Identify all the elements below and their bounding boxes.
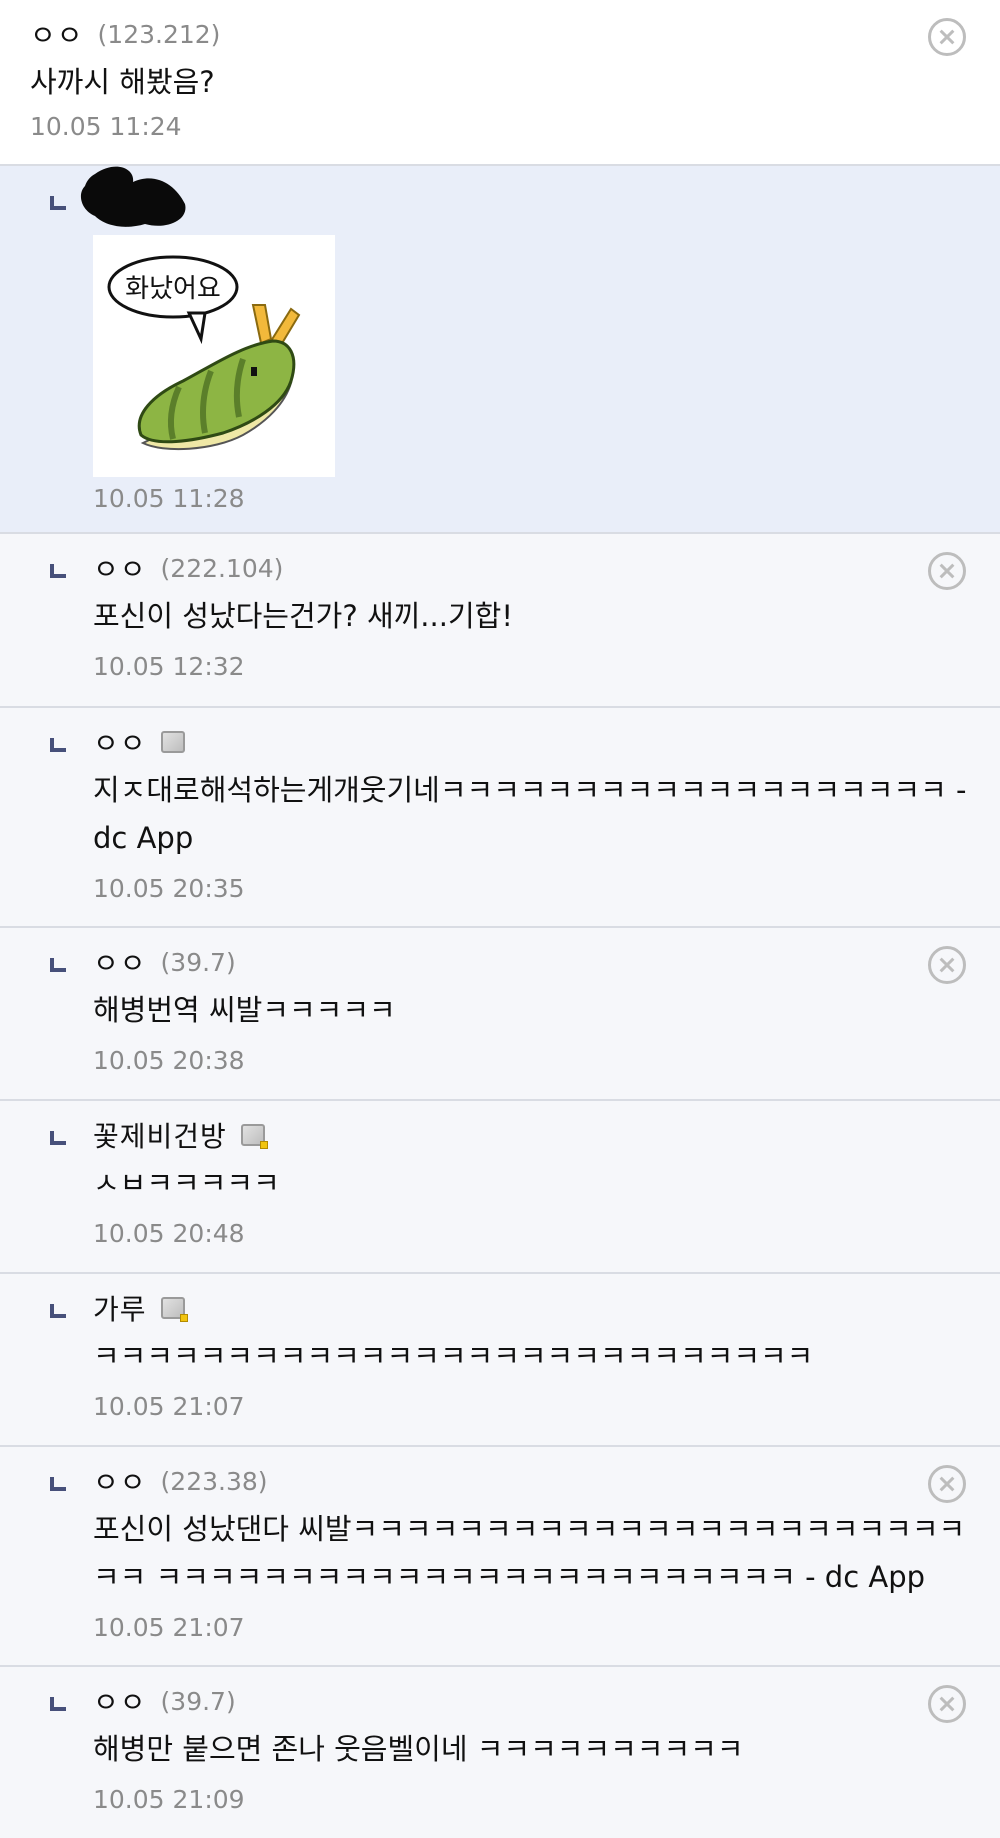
redaction-scribble bbox=[80, 166, 186, 227]
comment-nickname[interactable]: 가루 bbox=[93, 1288, 147, 1328]
comment-date: 10.05 20:38 bbox=[93, 1046, 245, 1075]
comment-nickname[interactable]: ㅇㅇ bbox=[93, 722, 147, 762]
gallog-icon[interactable] bbox=[160, 1297, 188, 1322]
angry-caterpillar-sticker[interactable]: 화났어요 bbox=[93, 235, 335, 477]
comment-ip: (223.38) bbox=[160, 1466, 268, 1496]
comment-date: 10.05 11:28 bbox=[93, 484, 245, 513]
comment-header: ㅇㅇ (123.212) bbox=[30, 14, 220, 54]
comment-text: 포신이 성났다는건가? 새끼...기합! bbox=[93, 599, 513, 633]
comment-ip: (39.7) bbox=[160, 1686, 236, 1716]
comment-nickname[interactable]: ㅇㅇ bbox=[93, 942, 147, 982]
comment-item: 꽃제비건방 ㅅㅂㅋㅋㅋㅋㅋ 10.05 20:48 bbox=[0, 1101, 1000, 1274]
gallog-icon[interactable] bbox=[160, 731, 185, 753]
reply-corner-icon bbox=[50, 958, 66, 972]
gallog-icon[interactable] bbox=[240, 1124, 268, 1149]
comment-header: 가루 bbox=[93, 1288, 188, 1328]
comment-ip: (123.212) bbox=[97, 19, 221, 49]
reply-corner-icon bbox=[50, 1131, 66, 1145]
delete-comment-button[interactable] bbox=[928, 1685, 966, 1723]
comment-date: 10.05 21:07 bbox=[93, 1392, 245, 1421]
gallog-badge-icon bbox=[179, 1314, 188, 1322]
comment-item: 가루 ㅋㅋㅋㅋㅋㅋㅋㅋㅋㅋㅋㅋㅋㅋㅋㅋㅋㅋㅋㅋㅋㅋㅋㅋㅋㅋㅋ 10.05 21:… bbox=[0, 1274, 1000, 1447]
comment-nickname[interactable]: ㅇㅇ bbox=[30, 14, 84, 54]
comment-header: ㅇㅇ bbox=[93, 722, 185, 762]
comment-item: ㅇㅇ (222.104) 포신이 성났다는건가? 새끼...기합! 10.05 … bbox=[0, 534, 1000, 708]
delete-comment-button[interactable] bbox=[928, 946, 966, 984]
comment-text: 해병만 붙으면 존나 웃음벨이네 ㅋㅋㅋㅋㅋㅋㅋㅋㅋㅋ bbox=[93, 1732, 744, 1766]
comment-nickname[interactable]: ㅇㅇ bbox=[93, 548, 147, 588]
comment-ip: (39.7) bbox=[160, 947, 236, 977]
reply-corner-icon bbox=[50, 564, 66, 578]
comment-text: 지ㅈ대로해석하는게개웃기네ㅋㅋㅋㅋㅋㅋㅋㅋㅋㅋㅋㅋㅋㅋㅋㅋㅋㅋㅋ - dc Ap… bbox=[93, 773, 967, 855]
comment-header: ㅇㅇ (223.38) bbox=[93, 1461, 268, 1501]
comment-nickname[interactable]: 꽃제비건방 bbox=[93, 1115, 227, 1155]
comment-date: 10.05 20:48 bbox=[93, 1219, 245, 1248]
comment-text: 포신이 성났댄다 씨발ㅋㅋㅋㅋㅋㅋㅋㅋㅋㅋㅋㅋㅋㅋㅋㅋㅋㅋㅋㅋㅋㅋㅋㅋㅋ ㅋㅋㅋ… bbox=[93, 1512, 966, 1594]
comment-item: ㅇㅇ (39.7) 해병만 붙으면 존나 웃음벨이네 ㅋㅋㅋㅋㅋㅋㅋㅋㅋㅋ 10… bbox=[0, 1667, 1000, 1838]
comment-date: 10.05 11:24 bbox=[30, 112, 182, 141]
comment-item: ㅇㅇ (123.212) 사까시 해봤음? 10.05 11:24 bbox=[0, 0, 1000, 166]
delete-comment-button[interactable] bbox=[928, 1465, 966, 1503]
sticker-caption: 화났어요 bbox=[125, 274, 221, 304]
comment-date: 10.05 20:35 bbox=[93, 874, 245, 903]
comment-item: ㅇㅇ (39.7) 해병번역 씨발ㅋㅋㅋㅋㅋ 10.05 20:38 bbox=[0, 928, 1000, 1101]
comment-nickname[interactable]: ㅇㅇ bbox=[93, 1461, 147, 1501]
reply-corner-icon bbox=[50, 1697, 66, 1711]
comment-item: ㅇㅇ 지ㅈ대로해석하는게개웃기네ㅋㅋㅋㅋㅋㅋㅋㅋㅋㅋㅋㅋㅋㅋㅋㅋㅋㅋㅋ - dc… bbox=[0, 708, 1000, 928]
reply-corner-icon bbox=[50, 1304, 66, 1318]
reply-corner-icon bbox=[50, 196, 66, 210]
comment-text: ㅋㅋㅋㅋㅋㅋㅋㅋㅋㅋㅋㅋㅋㅋㅋㅋㅋㅋㅋㅋㅋㅋㅋㅋㅋㅋㅋ bbox=[93, 1339, 814, 1373]
comment-date: 10.05 21:07 bbox=[93, 1613, 245, 1642]
reply-corner-icon bbox=[50, 1477, 66, 1491]
comment-date: 10.05 12:32 bbox=[93, 652, 245, 681]
comment-text: ㅅㅂㅋㅋㅋㅋㅋ bbox=[93, 1166, 280, 1200]
gallog-badge-icon bbox=[259, 1141, 268, 1149]
comment-header: ㅇㅇ (39.7) bbox=[93, 942, 236, 982]
comment-text: 사까시 해봤음? bbox=[30, 65, 215, 99]
comment-header: ㅇㅇ (39.7) bbox=[93, 1681, 236, 1721]
comment-ip: (222.104) bbox=[160, 553, 284, 583]
comment-header: 꽃제비건방 bbox=[93, 1115, 268, 1155]
comment-header: ㅇㅇ (222.104) bbox=[93, 548, 283, 588]
reply-corner-icon bbox=[50, 738, 66, 752]
delete-comment-button[interactable] bbox=[928, 18, 966, 56]
delete-comment-button[interactable] bbox=[928, 552, 966, 590]
comment-text: 해병번역 씨발ㅋㅋㅋㅋㅋ bbox=[93, 993, 396, 1027]
comment-nickname[interactable]: ㅇㅇ bbox=[93, 1681, 147, 1721]
comment-date: 10.05 21:09 bbox=[93, 1785, 245, 1814]
comment-item: ㅇㅇ (223.38) 포신이 성났댄다 씨발ㅋㅋㅋㅋㅋㅋㅋㅋㅋㅋㅋㅋㅋㅋㅋㅋㅋ… bbox=[0, 1447, 1000, 1667]
